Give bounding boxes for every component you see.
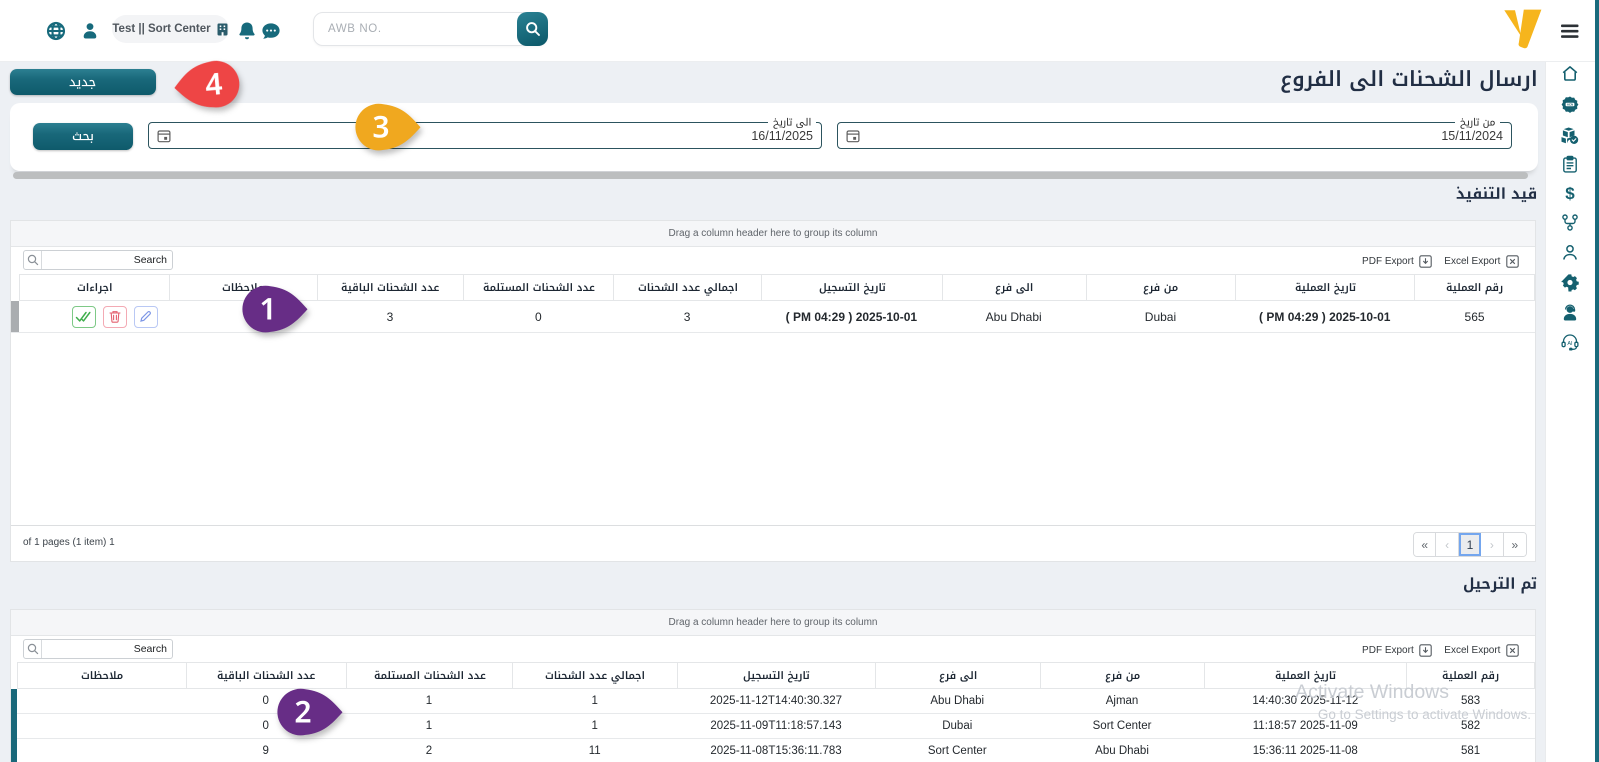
svg-text:AI: AI [1567,341,1573,347]
svg-text:$: $ [1565,184,1575,202]
svg-text:ACN: ACN [1567,103,1573,107]
